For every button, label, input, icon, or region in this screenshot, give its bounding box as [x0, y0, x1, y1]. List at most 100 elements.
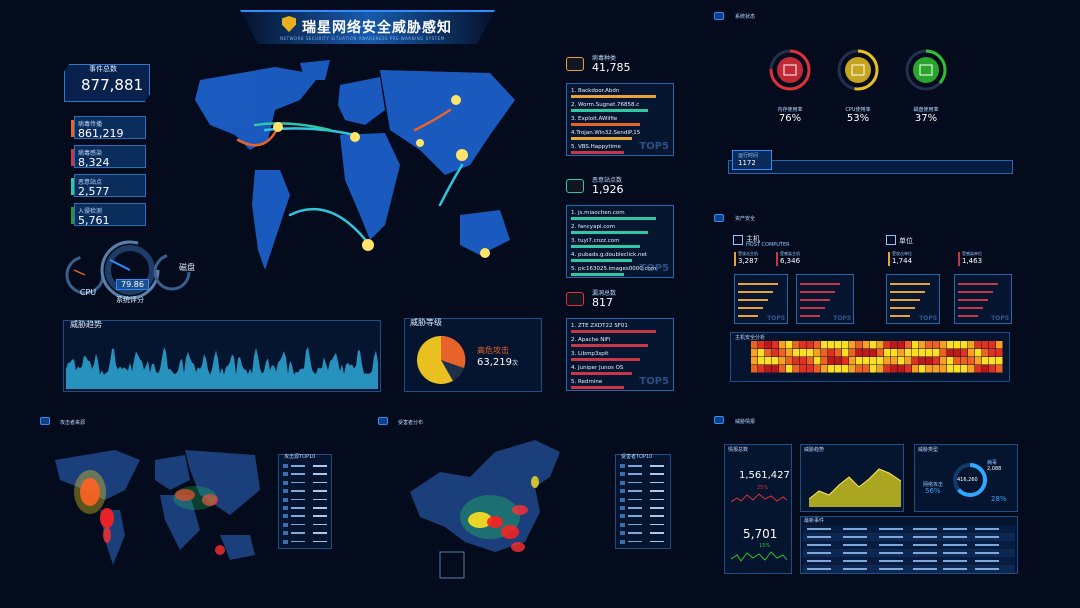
top10-row[interactable]	[283, 539, 329, 545]
top10-row[interactable]	[283, 488, 329, 494]
heatmap-cell	[814, 365, 821, 373]
top10-row[interactable]	[620, 513, 666, 519]
top5-watermark: TOP5	[767, 315, 785, 322]
heatmap-cell	[849, 357, 856, 365]
heatmap-cell	[849, 341, 856, 349]
list-item[interactable]: 3. Libmp3spit	[571, 351, 669, 357]
event-cell-bar	[943, 568, 967, 570]
top10-row[interactable]	[283, 497, 329, 503]
list-item[interactable]: 4.Trojan.Win32.SendIP.15	[571, 130, 669, 136]
row-value-bar	[313, 523, 327, 526]
event-stat-box[interactable]: 恶意站点 2,577	[71, 174, 146, 198]
intel-sparkline-red	[731, 493, 787, 503]
list-item[interactable]: 2. Apache NiFi	[571, 337, 669, 343]
heatmap-cell	[919, 341, 926, 349]
row-value-bar	[650, 490, 664, 492]
list-item[interactable]: 4. pubads.g.doubleclick.net	[571, 252, 669, 258]
row-value-bar	[650, 507, 664, 509]
heatmap-cell	[961, 349, 968, 357]
world-threat-map[interactable]	[180, 55, 535, 310]
asset-list-bar	[738, 307, 763, 309]
latest-events-label: 最新事件	[804, 518, 825, 524]
event-stat-box[interactable]: 入侵检测 5,761	[71, 203, 146, 227]
heatmap-cell	[807, 357, 814, 365]
event-cell-bar	[843, 560, 867, 562]
heatmap-cell	[884, 357, 891, 365]
heatmap-cell	[947, 357, 954, 365]
list-item[interactable]: 1. Backdoor.Abdn	[571, 88, 669, 94]
heatmap-cell	[996, 357, 1003, 365]
heatmap-cell	[814, 357, 821, 365]
row-value-bar	[650, 532, 664, 534]
row-flag-icon	[283, 489, 288, 494]
event-stat-box[interactable]: 病毒感染 8,324	[71, 145, 146, 169]
asset-list-bar	[958, 315, 978, 317]
top10-row[interactable]	[283, 530, 329, 536]
china-victim-heatmap[interactable]	[400, 432, 580, 580]
header-title-bar: 瑞星网络安全威胁感知 NETWORK SECURITY SITUATION AW…	[240, 10, 495, 44]
system-ring	[768, 48, 812, 92]
event-row[interactable]	[803, 533, 1015, 541]
heatmap-cell	[800, 349, 807, 357]
event-row[interactable]	[803, 565, 1015, 573]
heatmap-cell	[877, 341, 884, 349]
south-america-shape	[252, 170, 290, 270]
heatmap-cell	[989, 365, 996, 373]
top10-row[interactable]	[620, 497, 666, 503]
list-item[interactable]: 1. js.miaochen.com	[571, 210, 669, 216]
top10-row[interactable]	[283, 522, 329, 528]
heatmap-cell	[926, 341, 933, 349]
heatmap-cell	[877, 349, 884, 357]
top10-row[interactable]	[283, 471, 329, 477]
top10-row[interactable]	[620, 488, 666, 494]
event-row[interactable]	[803, 549, 1015, 557]
heatmap-cell	[940, 357, 947, 365]
attack-source-heatmap[interactable]	[45, 440, 270, 570]
top10-row[interactable]	[283, 463, 329, 469]
list-item[interactable]: 4. Juniper Junos OS	[571, 365, 669, 371]
top10-row[interactable]	[620, 463, 666, 469]
list-item[interactable]: 2. fancyapi.com	[571, 224, 669, 230]
asset-list-bar	[958, 291, 993, 293]
top10-row[interactable]	[283, 480, 329, 486]
event-cell-bar	[807, 560, 831, 562]
heatmap-cell	[821, 341, 828, 349]
list-item[interactable]: 2. Worm.Sugnet.76858.c	[571, 102, 669, 108]
heatmap-cell	[814, 349, 821, 357]
heatmap-cell	[751, 341, 758, 349]
heatmap-cell	[835, 341, 842, 349]
list-item-bar	[571, 109, 648, 112]
event-row[interactable]	[803, 525, 1015, 533]
event-cell-bar	[943, 560, 967, 562]
heatmap-cell	[842, 357, 849, 365]
heatmap-cell	[905, 357, 912, 365]
event-stat-box[interactable]: 病毒传播 861,219	[71, 116, 146, 140]
top10-row[interactable]	[620, 522, 666, 528]
threat-intel-label: 威胁情报	[735, 419, 756, 425]
row-label-bar	[628, 465, 642, 467]
intel-type-ring-value: 416,260	[957, 477, 978, 483]
list-item-bar	[571, 217, 656, 220]
asset-list-bar	[890, 283, 930, 285]
top10-row[interactable]	[620, 539, 666, 545]
row-label-bar	[628, 490, 642, 492]
row-flag-icon	[620, 531, 625, 536]
list-item-bar	[571, 386, 624, 389]
list-item[interactable]: 1. ZTE ZXDT22 SF01	[571, 323, 669, 329]
score-gauge-label: 系统评分	[116, 296, 144, 304]
event-row[interactable]	[803, 541, 1015, 549]
heatmap-cell	[877, 365, 884, 373]
top10-row[interactable]	[620, 530, 666, 536]
event-stat-value: 5,761	[78, 214, 110, 227]
asset-stat-value: 1,744	[892, 257, 913, 265]
list-item[interactable]: 3. tuyi7.cnzz.com	[571, 238, 669, 244]
event-row[interactable]	[803, 557, 1015, 565]
top10-row[interactable]	[620, 480, 666, 486]
victim-dist-icon	[378, 417, 388, 425]
top10-row[interactable]	[283, 505, 329, 511]
row-flag-icon	[620, 497, 625, 502]
top10-row[interactable]	[620, 471, 666, 477]
top10-row[interactable]	[283, 513, 329, 519]
list-item[interactable]: 3. Exploit.AWilfie	[571, 116, 669, 122]
top10-row[interactable]	[620, 505, 666, 511]
